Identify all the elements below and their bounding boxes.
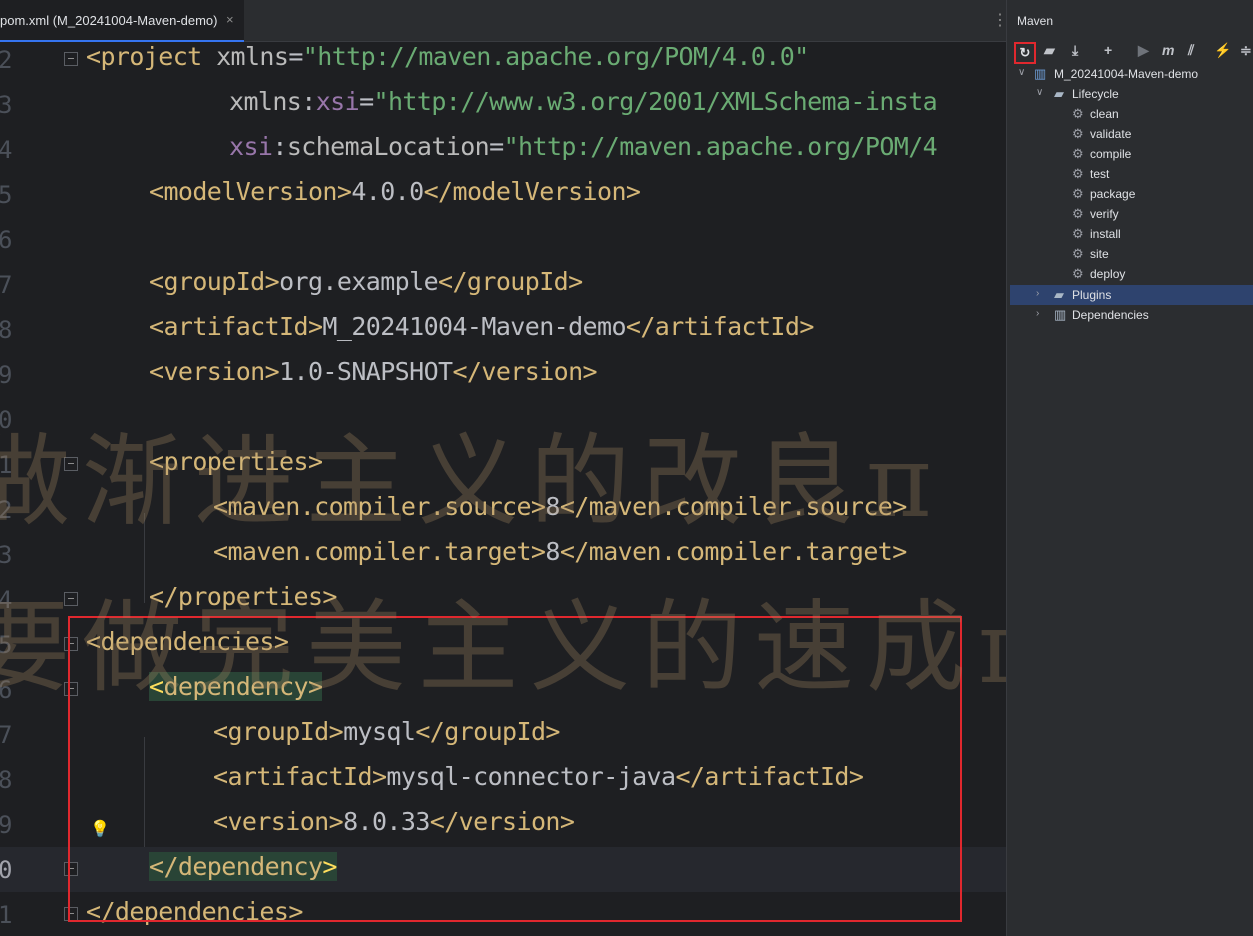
gear-icon: ⚙ bbox=[1072, 186, 1084, 201]
tree-item-dependencies[interactable]: › ▥ Dependencies bbox=[1010, 305, 1253, 325]
lifecycle-folder-icon: ▰ bbox=[1054, 86, 1064, 101]
gear-icon: ⚙ bbox=[1072, 126, 1084, 141]
reload-icon[interactable]: ↻ bbox=[1014, 42, 1036, 64]
editor-tab-bar: pom.xml (M_20241004-Maven-demo) × ⋮ bbox=[0, 0, 1006, 42]
gear-icon: ⚙ bbox=[1072, 226, 1084, 241]
code-line[interactable]: 6 bbox=[0, 217, 1006, 262]
offline-icon[interactable]: ⚡ bbox=[1214, 42, 1231, 59]
line-number: 7 bbox=[0, 271, 13, 299]
more-options-icon[interactable]: ⋮ bbox=[992, 10, 1006, 30]
close-icon[interactable]: × bbox=[226, 12, 234, 27]
line-number: 7 bbox=[0, 721, 13, 749]
code-text: xmlns:xsi="http://www.w3.org/2001/XMLSch… bbox=[229, 87, 938, 116]
lifecycle-item-package[interactable]: ⚙ package bbox=[1010, 184, 1253, 204]
line-number: 3 bbox=[0, 91, 13, 119]
code-line[interactable]: 4 xsi:schemaLocation="http://maven.apach… bbox=[0, 127, 1006, 172]
code-text: xsi:schemaLocation="http://maven.apache.… bbox=[229, 132, 938, 161]
plugins-folder-icon: ▰ bbox=[1054, 287, 1064, 302]
lifecycle-label: validate bbox=[1090, 127, 1132, 141]
lifecycle-item-clean[interactable]: ⚙ clean bbox=[1010, 104, 1253, 124]
code-line[interactable]: 8 <artifactId>M_20241004-Maven-demo</art… bbox=[0, 307, 1006, 352]
fold-icon[interactable] bbox=[64, 52, 78, 66]
lifecycle-label: test bbox=[1090, 167, 1110, 181]
line-number: 9 bbox=[0, 811, 13, 839]
maven-toolbar: ✔ ↻ ▰ ⤓ + ▶ m ⫽ ⚡ ≑ bbox=[1010, 38, 1253, 64]
gear-icon: ⚙ bbox=[1072, 206, 1084, 221]
watermark-text: 做渐进主义的改良π bbox=[0, 423, 944, 540]
code-line[interactable]: 5 <modelVersion>4.0.0</modelVersion> bbox=[0, 172, 1006, 217]
tab-pom-xml[interactable]: pom.xml (M_20241004-Maven-demo) × bbox=[0, 0, 244, 42]
code-text: <artifactId>M_20241004-Maven-demo</artif… bbox=[149, 312, 814, 341]
lifecycle-item-site[interactable]: ⚙ site bbox=[1010, 244, 1253, 264]
lifecycle-label: install bbox=[1090, 227, 1121, 241]
code-text: <groupId>org.example</groupId> bbox=[149, 267, 583, 296]
lifecycle-item-deploy[interactable]: ⚙ deploy bbox=[1010, 264, 1253, 284]
lifecycle-label: site bbox=[1090, 247, 1109, 261]
line-number: 8 bbox=[0, 316, 13, 344]
chevron-right-icon[interactable]: › bbox=[1036, 308, 1039, 319]
gear-icon: ⚙ bbox=[1072, 246, 1084, 261]
tab-label: pom.xml (M_20241004-Maven-demo) bbox=[0, 13, 218, 28]
gear-icon: ⚙ bbox=[1072, 106, 1084, 121]
project-label: M_20241004-Maven-demo bbox=[1054, 67, 1199, 81]
code-editor[interactable]: pom.xml (M_20241004-Maven-demo) × ⋮ 2 <p… bbox=[0, 0, 1006, 936]
gear-icon: ⚙ bbox=[1072, 166, 1084, 181]
lifecycle-item-validate[interactable]: ⚙ validate bbox=[1010, 124, 1253, 144]
download-icon[interactable]: ⤓ bbox=[1072, 42, 1078, 59]
line-number: 3 bbox=[0, 541, 13, 569]
tree-item-plugins[interactable]: › ▰ Plugins bbox=[1010, 285, 1253, 305]
lifecycle-label: clean bbox=[1090, 107, 1119, 121]
line-number: 0 bbox=[0, 856, 13, 884]
chevron-right-icon[interactable]: › bbox=[1036, 288, 1039, 299]
maven-project-icon: ▥ bbox=[1034, 66, 1047, 81]
code-line[interactable]: 2 <project xmlns="http://maven.apache.or… bbox=[0, 37, 1006, 82]
dependencies-folder-icon: ▥ bbox=[1054, 307, 1067, 322]
line-number: 8 bbox=[0, 766, 13, 794]
lifecycle-item-compile[interactable]: ⚙ compile bbox=[1010, 144, 1253, 164]
code-text: <version>1.0-SNAPSHOT</version> bbox=[149, 357, 598, 386]
folder-icon[interactable]: ▰ bbox=[1044, 42, 1055, 59]
code-line[interactable]: 7 <groupId>org.example</groupId> bbox=[0, 262, 1006, 307]
lifecycle-label: package bbox=[1090, 187, 1136, 201]
code-text: <modelVersion>4.0.0</modelVersion> bbox=[149, 177, 641, 206]
dependencies-label: Dependencies bbox=[1072, 308, 1149, 322]
lifecycle-item-install[interactable]: ⚙ install bbox=[1010, 224, 1253, 244]
maven-goal-icon[interactable]: m bbox=[1162, 42, 1174, 58]
line-number: 4 bbox=[0, 136, 13, 164]
add-icon[interactable]: + bbox=[1104, 42, 1112, 58]
watermark-text: 要做完美主义的速成π bbox=[0, 589, 1006, 706]
lifecycle-label: Lifecycle bbox=[1072, 87, 1119, 101]
toggle-tests-icon[interactable]: ⫽ bbox=[1188, 42, 1194, 59]
plugins-label: Plugins bbox=[1072, 288, 1112, 302]
lifecycle-item-verify[interactable]: ⚙ verify bbox=[1010, 204, 1253, 224]
run-icon[interactable]: ▶ bbox=[1138, 42, 1149, 59]
gear-icon: ⚙ bbox=[1072, 266, 1084, 281]
code-line[interactable]: 9 <version>1.0-SNAPSHOT</version> bbox=[0, 352, 1006, 397]
maven-title: Maven bbox=[1017, 14, 1054, 28]
line-number: 5 bbox=[0, 181, 13, 209]
line-number: 1 bbox=[0, 901, 13, 929]
tree-item-lifecycle[interactable]: ∨ ▰ Lifecycle bbox=[1010, 84, 1253, 104]
line-number: 6 bbox=[0, 226, 13, 254]
line-number: 2 bbox=[0, 46, 13, 74]
code-line[interactable]: 3 xmlns:xsi="http://www.w3.org/2001/XMLS… bbox=[0, 82, 1006, 127]
line-number: 9 bbox=[0, 361, 13, 389]
lifecycle-label: verify bbox=[1090, 207, 1119, 221]
chevron-down-icon[interactable]: ∨ bbox=[1018, 67, 1025, 78]
maven-tool-window: Maven ✔ ↻ ▰ ⤓ + ▶ m ⫽ ⚡ ≑ ∨ ▥ M_20241004… bbox=[1010, 0, 1253, 936]
settings-icon[interactable]: ≑ bbox=[1240, 42, 1252, 59]
lifecycle-label: compile bbox=[1090, 147, 1132, 161]
code-text: <project xmlns="http://maven.apache.org/… bbox=[86, 42, 809, 71]
chevron-down-icon[interactable]: ∨ bbox=[1036, 87, 1043, 98]
lifecycle-label: deploy bbox=[1090, 267, 1126, 281]
lifecycle-item-test[interactable]: ⚙ test bbox=[1010, 164, 1253, 184]
gear-icon: ⚙ bbox=[1072, 146, 1084, 161]
tree-item-project[interactable]: ∨ ▥ M_20241004-Maven-demo bbox=[1010, 64, 1253, 84]
